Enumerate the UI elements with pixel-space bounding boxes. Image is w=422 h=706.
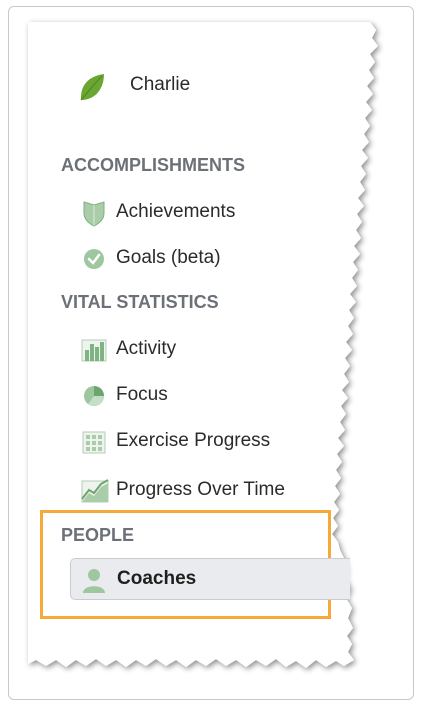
sidebar-item-label: Focus <box>116 384 168 405</box>
sidebar-item-exercise-progress[interactable]: Exercise Progress <box>80 426 270 456</box>
sidebar-item-label: Coaches <box>117 568 197 589</box>
person-icon <box>81 566 109 593</box>
section-title-vital-statistics: VITAL STATISTICS <box>61 292 219 312</box>
leaf-icon <box>78 72 106 101</box>
sidebar-item-focus[interactable]: Focus <box>80 380 168 410</box>
line-chart-icon <box>80 477 109 503</box>
checkmark-circle-icon <box>80 245 108 271</box>
bar-chart-icon <box>80 336 108 362</box>
section-title-people: PEOPLE <box>61 525 135 545</box>
sidebar-item-coaches[interactable]: Coaches <box>70 558 350 600</box>
pie-chart-icon <box>80 382 108 408</box>
shield-icon <box>80 199 108 227</box>
user-name: Charlie <box>130 74 191 95</box>
sidebar-item-activity[interactable]: Activity <box>80 334 176 364</box>
sidebar-item-achievements[interactable]: Achievements <box>80 197 235 227</box>
section-title-accomplishments: ACCOMPLISHMENTS <box>61 155 245 175</box>
sidebar-item-label: Goals (beta) <box>116 247 221 268</box>
user-header[interactable]: Charlie <box>78 72 191 101</box>
sidebar-item-progress-over-time[interactable]: Progress Over Time <box>80 475 285 505</box>
sidebar-item-label: Progress Over Time <box>116 479 285 500</box>
sidebar-item-label: Activity <box>116 338 177 359</box>
sidebar-item-label: Achievements <box>116 201 236 222</box>
sidebar-item-label: Exercise Progress <box>116 430 271 451</box>
sidebar-item-goals[interactable]: Goals (beta) <box>80 243 221 273</box>
grid-icon <box>80 428 108 454</box>
